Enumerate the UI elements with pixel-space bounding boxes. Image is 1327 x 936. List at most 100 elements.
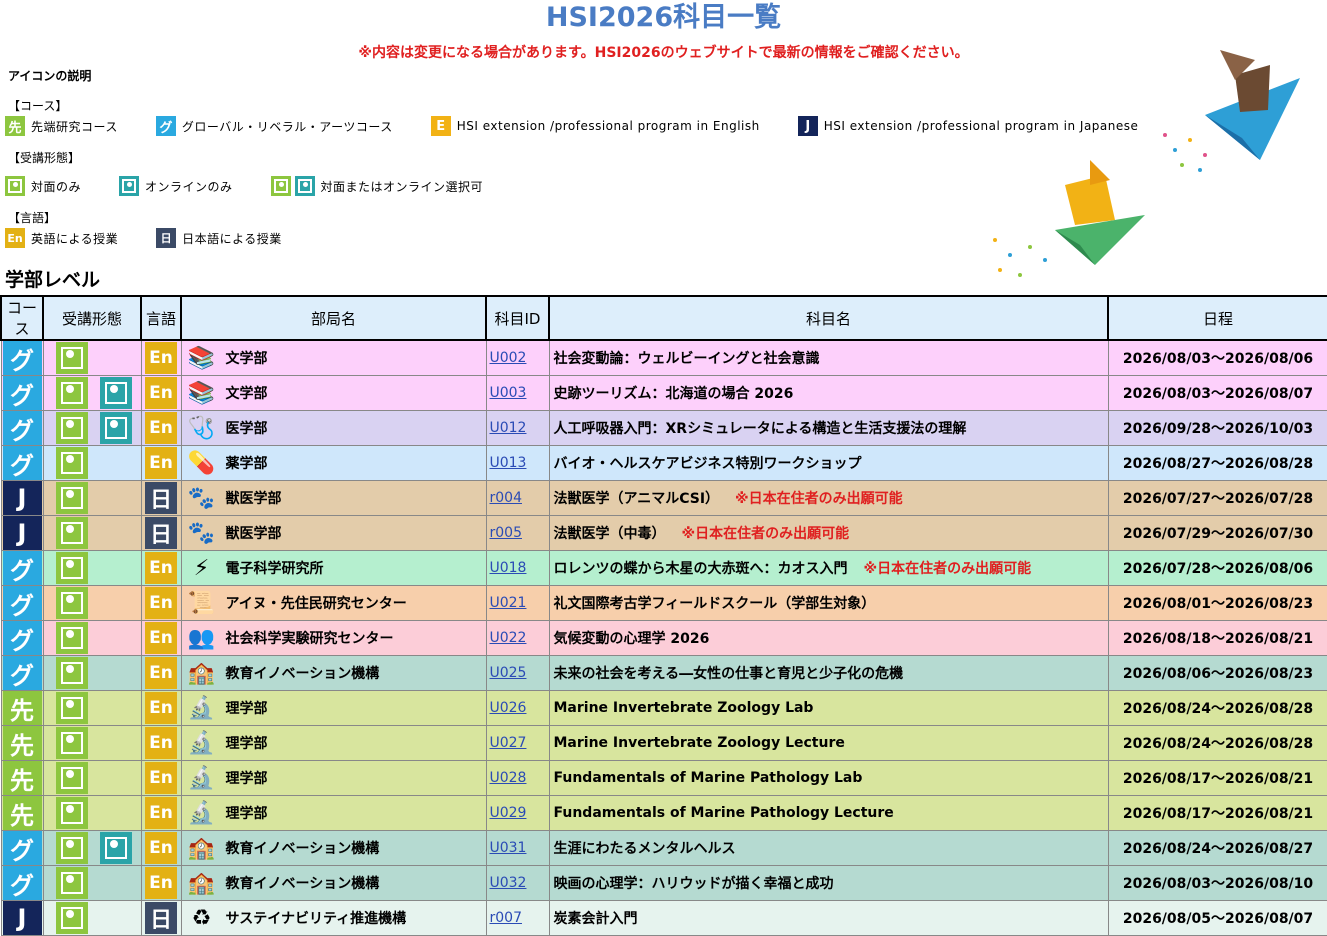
subject-name: 法獣医学（アニマルCSI） bbox=[553, 491, 720, 507]
course-id-link[interactable]: U003 bbox=[487, 385, 527, 401]
schedule-cell: 2026/08/24～2026/08/28 bbox=[1107, 690, 1327, 726]
subject-cell: 法獣医学（中毒） ※日本在住者のみ出願可能 bbox=[548, 515, 1109, 551]
course-id-link[interactable]: U027 bbox=[487, 735, 527, 751]
language-cell: En bbox=[140, 865, 182, 901]
course-cell: グ bbox=[0, 830, 44, 866]
course-id-link[interactable]: r004 bbox=[487, 490, 522, 506]
course-id-link[interactable]: U022 bbox=[487, 630, 527, 646]
microscope-icon: 🔬 bbox=[187, 730, 216, 756]
face-to-face-icon bbox=[55, 447, 88, 479]
course-cell: グ bbox=[0, 550, 44, 586]
header-course: コース bbox=[0, 295, 44, 341]
language-cell: En bbox=[140, 339, 182, 376]
course-id-link[interactable]: U028 bbox=[487, 770, 527, 786]
language-badge-icon: 日 bbox=[145, 517, 177, 549]
schedule-cell: 2026/08/17～2026/08/21 bbox=[1107, 795, 1327, 831]
mode-cell bbox=[42, 585, 142, 621]
schedule-cell: 2026/08/01～2026/08/23 bbox=[1107, 585, 1327, 621]
department-cell: 🔬 理学部 bbox=[180, 795, 487, 831]
table-row: グ En 👥 社会科学実験研究センター U022 気候変動の心理学 2026 2026/08… bbox=[0, 620, 1327, 656]
legend-language-item: En 英語による授業 bbox=[5, 228, 118, 248]
department-name: 医学部 bbox=[225, 421, 268, 437]
school-icon: 🏫 bbox=[187, 870, 216, 896]
schedule-cell: 2026/07/27～2026/07/28 bbox=[1107, 480, 1327, 516]
department-cell: 🔬 理学部 bbox=[180, 690, 487, 726]
table-row: 先 En 🔬 理学部 U029 Fundamentals of Marine Pathol… bbox=[0, 795, 1327, 831]
language-badge-icon: En bbox=[145, 552, 177, 584]
legend-mode-row: 対面のみ オンラインのみ 対面またはオンライン選択可 bbox=[5, 176, 521, 196]
course-cell: 先 bbox=[0, 690, 44, 726]
language-badge-icon: En bbox=[145, 412, 177, 444]
table-row: グ En 🏫 教育イノベーション機構 U032 映画の心理学：ハリウッドが描く幸福と成功 2… bbox=[0, 865, 1327, 901]
legend-course-label: グローバル・リベラル・アーツコース bbox=[181, 119, 393, 134]
course-id-cell: U003 bbox=[485, 375, 550, 411]
subject-cell: 気候変動の心理学 2026 bbox=[548, 620, 1109, 656]
page-title: HSI2026科目一覧 bbox=[545, 2, 782, 33]
course-id-link[interactable]: U026 bbox=[487, 700, 527, 716]
mode-cell bbox=[42, 375, 142, 411]
table-row: J 日 🐾 獣医学部 r005 法獣医学（中毒） ※日本在住者のみ出願可能 2026/07/2… bbox=[0, 515, 1327, 551]
section-title: 学部レベル bbox=[5, 269, 101, 291]
course-cell: グ bbox=[0, 339, 44, 376]
language-cell: En bbox=[140, 585, 182, 621]
mode-cell bbox=[42, 865, 142, 901]
course-id-cell: U026 bbox=[485, 690, 550, 726]
face-to-face-icon bbox=[55, 517, 88, 549]
course-id-link[interactable]: U013 bbox=[487, 455, 527, 471]
course-id-link[interactable]: r005 bbox=[487, 525, 522, 541]
table-row: グ En ⚡ 電子科学研究所 U018 ロレンツの蝶から木星の大赤斑へ：カオス入門 ※日本在… bbox=[0, 550, 1327, 586]
subject-name: Fundamentals of Marine Pathology Lecture bbox=[553, 805, 894, 821]
course-id-link[interactable]: U025 bbox=[487, 665, 527, 681]
course-badge-icon: グ bbox=[2, 656, 42, 690]
course-id-cell: r004 bbox=[485, 480, 550, 516]
language-cell: En bbox=[140, 655, 182, 691]
language-badge-icon: En bbox=[5, 228, 25, 248]
course-id-link[interactable]: U032 bbox=[487, 875, 527, 891]
face-to-face-icon bbox=[55, 727, 88, 759]
microscope-icon: 🔬 bbox=[187, 765, 216, 791]
course-id-link[interactable]: U002 bbox=[487, 350, 527, 366]
subject-name: ロレンツの蝶から木星の大赤斑へ：カオス入門 bbox=[553, 561, 848, 577]
course-badge-icon: J bbox=[2, 901, 42, 935]
course-id-link[interactable]: r007 bbox=[487, 910, 522, 926]
course-id-link[interactable]: U012 bbox=[487, 420, 527, 436]
residency-note: ※日本在住者のみ出願可能 bbox=[863, 561, 1032, 577]
course-badge-icon: グ bbox=[2, 411, 42, 445]
mode-cell bbox=[42, 339, 142, 376]
course-id-link[interactable]: U029 bbox=[487, 805, 527, 821]
header-subject: 科目名 bbox=[548, 295, 1109, 341]
language-badge-icon: En bbox=[145, 797, 177, 829]
course-id-link[interactable]: U018 bbox=[487, 560, 527, 576]
table-row: J 日 🐾 獣医学部 r004 法獣医学（アニマルCSI） ※日本在住者のみ出願可能 2026… bbox=[0, 480, 1327, 516]
table-row: グ En 🏫 教育イノベーション機構 U031 生涯にわたるメンタルヘルス 2026/08/… bbox=[0, 830, 1327, 866]
schedule-cell: 2026/08/03～2026/08/06 bbox=[1107, 339, 1327, 376]
face-to-face-icon bbox=[55, 412, 88, 444]
language-badge-icon: En bbox=[145, 622, 177, 654]
books-icon: 📚 bbox=[187, 380, 216, 406]
department-cell: 📜 アイヌ・先住民研究センター bbox=[180, 585, 487, 621]
legend-course-label: 先端研究コース bbox=[31, 119, 118, 134]
legend-mode-label: 対面またはオンライン選択可 bbox=[320, 179, 484, 194]
language-badge-icon: En bbox=[145, 692, 177, 724]
department-cell: ♻ サステイナビリティ推進機構 bbox=[180, 900, 487, 936]
schedule-cell: 2026/08/05～2026/08/07 bbox=[1107, 900, 1327, 936]
course-badge-icon: J bbox=[797, 116, 818, 136]
course-id-cell: U025 bbox=[485, 655, 550, 691]
course-cell: グ bbox=[0, 445, 44, 481]
department-name: 教育イノベーション機構 bbox=[225, 876, 380, 892]
course-cell: J bbox=[0, 480, 44, 516]
course-id-link[interactable]: U021 bbox=[487, 595, 527, 611]
online-icon bbox=[99, 832, 132, 864]
course-cell: グ bbox=[0, 375, 44, 411]
face-to-face-icon bbox=[55, 587, 88, 619]
legend-mode-heading: 【受講形態】 bbox=[8, 151, 81, 165]
header-department: 部局名 bbox=[180, 295, 487, 341]
legend-course-item: 先先端研究コース bbox=[5, 116, 118, 136]
books-icon: 📚 bbox=[187, 345, 216, 371]
subject-name: 法獣医学（中毒） bbox=[553, 526, 666, 542]
origami-squirrel-plane-illustration bbox=[1163, 50, 1300, 172]
subject-cell: 人工呼吸器入門：XRシミュレータによる構造と生活支援法の理解 bbox=[548, 410, 1109, 446]
face-to-face-icon bbox=[270, 176, 291, 196]
course-id-link[interactable]: U031 bbox=[487, 840, 527, 856]
language-badge-icon: En bbox=[145, 587, 177, 619]
